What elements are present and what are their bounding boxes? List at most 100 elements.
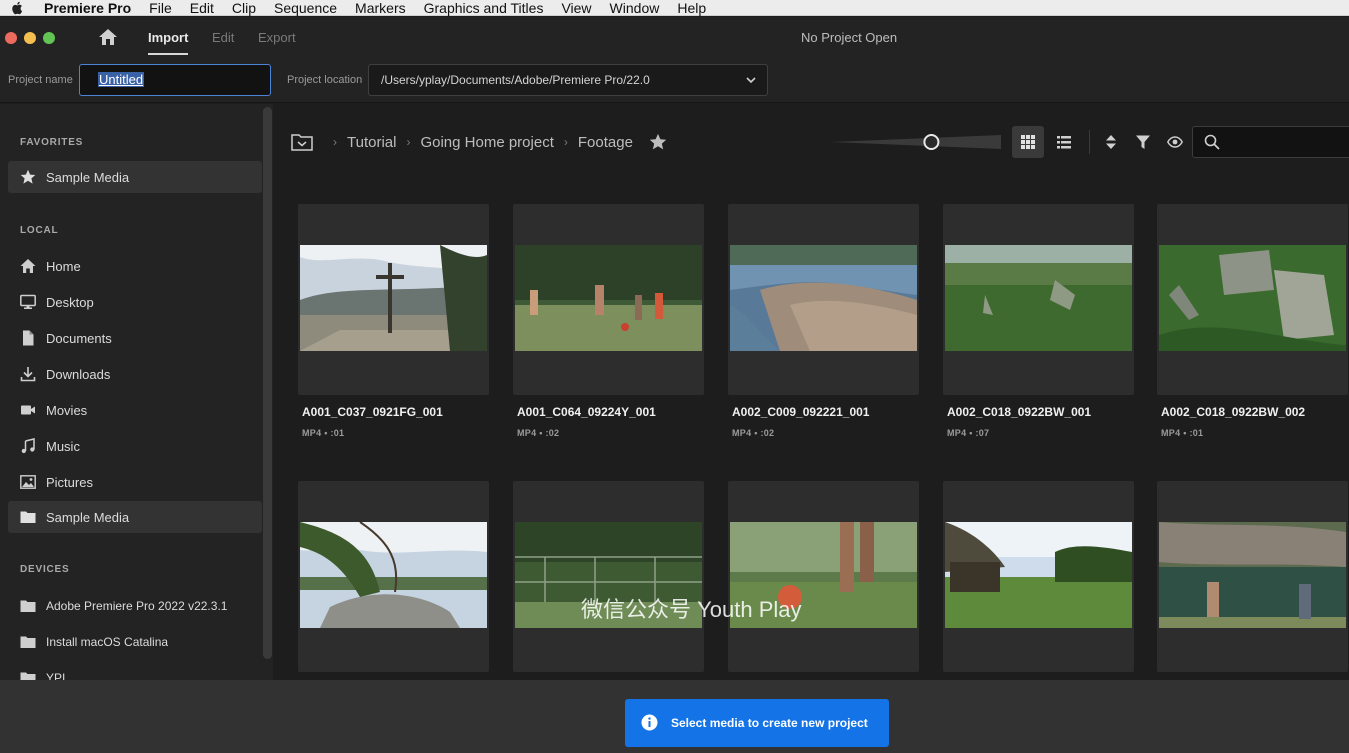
search-input[interactable] — [1192, 126, 1349, 158]
grid-view-button[interactable] — [1012, 126, 1044, 158]
clip-card[interactable] — [513, 481, 704, 672]
menu-markers[interactable]: Markers — [355, 1, 406, 15]
menu-help[interactable]: Help — [677, 1, 706, 15]
clip-card[interactable] — [513, 204, 704, 395]
toolbar-divider — [1089, 130, 1090, 154]
active-tab-indicator — [148, 53, 188, 55]
clip-thumbnail — [945, 522, 1132, 628]
sidebar-item-label: Install macOS Catalina — [46, 635, 169, 649]
tab-edit[interactable]: Edit — [212, 30, 234, 46]
sidebar-item-movies[interactable]: Movies — [8, 394, 262, 426]
menu-sequence[interactable]: Sequence — [274, 1, 337, 15]
sidebar-item-label: Pictures — [46, 475, 93, 490]
close-window-button[interactable] — [5, 32, 17, 44]
sidebar-item-device-catalina[interactable]: Install macOS Catalina — [8, 626, 262, 658]
sidebar-item-label: Documents — [46, 331, 112, 346]
sidebar-item-sample-media[interactable]: Sample Media — [8, 501, 262, 533]
project-name-value: Untitled — [98, 72, 145, 87]
media-browser: › Tutorial › Going Home project › Footag… — [273, 104, 1349, 680]
thumbnail-size-slider[interactable] — [831, 134, 1001, 150]
sidebar-item-pictures[interactable]: Pictures — [8, 466, 262, 498]
clip-card[interactable] — [728, 481, 919, 672]
breadcrumb: › Tutorial › Going Home project › Footag… — [291, 130, 667, 154]
zoom-window-button[interactable] — [43, 32, 55, 44]
grid-icon — [1021, 135, 1035, 149]
local-heading: LOCAL — [20, 225, 59, 236]
watermark-text: 微信公众号 Youth Play — [581, 597, 802, 622]
folder-icon — [20, 511, 36, 523]
list-view-button[interactable] — [1048, 126, 1080, 158]
tab-import[interactable]: Import — [148, 30, 188, 46]
project-name-input[interactable]: Untitled — [79, 64, 271, 96]
breadcrumb-going-home-project[interactable]: Going Home project — [420, 134, 553, 151]
sidebar-item-music[interactable]: Music — [8, 430, 262, 462]
sidebar-item-label: Downloads — [46, 367, 111, 382]
sidebar-item-label: Home — [46, 259, 81, 274]
clip-card[interactable] — [1157, 204, 1348, 395]
clip-meta: A001_C064_09224Y_001 MP4 • :02 — [517, 405, 717, 438]
project-name-label: Project name — [8, 74, 73, 86]
clip-card[interactable] — [298, 481, 489, 672]
menu-edit[interactable]: Edit — [190, 1, 214, 15]
window-title: No Project Open — [801, 30, 898, 45]
menu-window[interactable]: Window — [610, 1, 660, 15]
project-location-value: /Users/yplay/Documents/Adobe/Premiere Pr… — [381, 73, 650, 87]
clip-info: MP4 • :07 — [947, 428, 990, 438]
view-options-button[interactable] — [1159, 126, 1191, 158]
macos-menu-bar: Premiere Pro File Edit Clip Sequence Mar… — [0, 0, 1349, 16]
clip-card[interactable] — [298, 204, 489, 395]
sidebar-item-label: Sample Media — [46, 510, 130, 525]
eye-icon — [1167, 136, 1183, 148]
filter-icon — [1136, 135, 1150, 149]
sort-button[interactable] — [1095, 126, 1127, 158]
music-note-icon — [21, 438, 35, 454]
clip-thumbnail — [300, 245, 487, 351]
clip-meta: A002_C018_0922BW_002 MP4 • :01 — [1161, 405, 1349, 438]
sidebar-item-documents[interactable]: Documents — [8, 322, 262, 354]
clip-thumbnail — [1159, 522, 1346, 628]
filter-button[interactable] — [1127, 126, 1159, 158]
menu-file[interactable]: File — [149, 1, 172, 15]
breadcrumb-footage[interactable]: Footage — [578, 134, 633, 151]
create-project-button[interactable]: Select media to create new project — [625, 699, 889, 747]
star-icon[interactable] — [649, 133, 667, 151]
download-icon — [20, 367, 36, 382]
picture-icon — [20, 475, 36, 489]
sidebar-item-downloads[interactable]: Downloads — [8, 358, 262, 390]
sidebar-item-label: YPI — [46, 671, 66, 680]
sidebar-item-desktop[interactable]: Desktop — [8, 286, 262, 318]
sidebar-item-device-premiere[interactable]: Adobe Premiere Pro 2022 v22.3.1 — [8, 590, 262, 622]
minimize-window-button[interactable] — [24, 32, 36, 44]
clip-name: A002_C018_0922BW_002 — [1161, 405, 1306, 419]
info-icon — [641, 714, 658, 731]
sidebar-item-home[interactable]: Home — [8, 250, 262, 282]
create-project-label: Select media to create new project — [671, 716, 868, 730]
clip-name: A002_C018_0922BW_001 — [947, 405, 1092, 419]
desktop-icon — [20, 294, 36, 309]
project-settings-bar: Project name Untitled Project location /… — [0, 59, 1349, 103]
home-icon[interactable] — [98, 27, 118, 47]
sidebar-scrollbar[interactable] — [263, 107, 272, 659]
project-location-select[interactable]: /Users/yplay/Documents/Adobe/Premiere Pr… — [368, 64, 768, 96]
menu-clip[interactable]: Clip — [232, 1, 256, 15]
favorites-heading: FAVORITES — [20, 137, 84, 148]
clip-card[interactable] — [943, 204, 1134, 395]
menu-view[interactable]: View — [561, 1, 591, 15]
project-location-label: Project location — [287, 74, 363, 86]
bottom-bar: Select media to create new project — [0, 680, 1349, 753]
clip-info: MP4 • :02 — [732, 428, 775, 438]
sidebar-item-device-ypi[interactable]: YPI — [8, 662, 262, 680]
tab-export[interactable]: Export — [258, 30, 296, 46]
clip-card[interactable] — [728, 204, 919, 395]
sidebar-item-label: Desktop — [46, 295, 94, 310]
apple-icon[interactable] — [9, 0, 25, 16]
breadcrumb-tutorial[interactable]: Tutorial — [347, 134, 396, 151]
sidebar-item-favorite-sample-media[interactable]: Sample Media — [8, 161, 262, 193]
menu-app-name[interactable]: Premiere Pro — [44, 1, 131, 15]
folder-browse-icon[interactable] — [291, 133, 313, 151]
menu-graphics-and-titles[interactable]: Graphics and Titles — [424, 1, 544, 15]
clip-card[interactable] — [943, 481, 1134, 672]
chevron-right-icon: › — [333, 135, 337, 149]
clip-meta: A002_C018_0922BW_001 MP4 • :07 — [947, 405, 1147, 438]
clip-card[interactable] — [1157, 481, 1348, 672]
